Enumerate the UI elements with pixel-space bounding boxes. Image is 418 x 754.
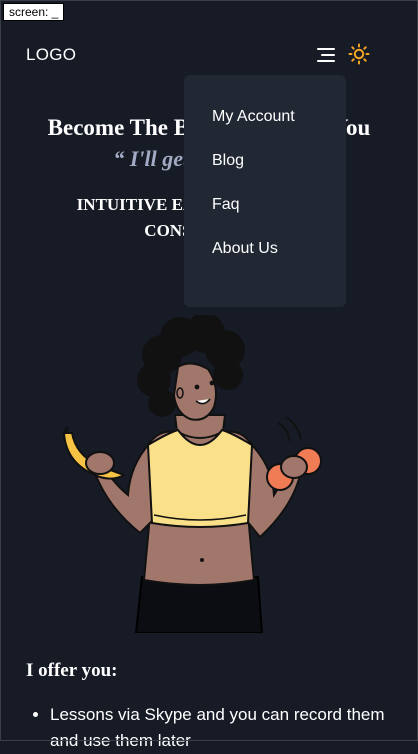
list-item: Lessons via Skype and you can record the…	[50, 702, 398, 754]
menu-item-about-us[interactable]: About Us	[184, 227, 346, 271]
offer-title: I offer you:	[26, 660, 118, 681]
offer-section: I offer you: Lessons via Skype and you c…	[26, 660, 398, 754]
logo[interactable]: LOGO	[26, 45, 76, 65]
menu-item-blog[interactable]: Blog	[184, 139, 346, 183]
nav-dropdown-menu: My Account Blog Faq About Us	[184, 75, 346, 307]
offer-list: Lessons via Skype and you can record the…	[26, 702, 398, 754]
top-header: LOGO	[0, 40, 418, 70]
sun-icon[interactable]	[348, 43, 370, 65]
hamburger-menu-icon[interactable]	[313, 45, 335, 65]
menu-item-my-account[interactable]: My Account	[184, 95, 346, 139]
screen-tag: screen: _	[3, 3, 65, 21]
woman-fitness-illustration	[50, 313, 340, 634]
menu-item-faq[interactable]: Faq	[184, 183, 346, 227]
